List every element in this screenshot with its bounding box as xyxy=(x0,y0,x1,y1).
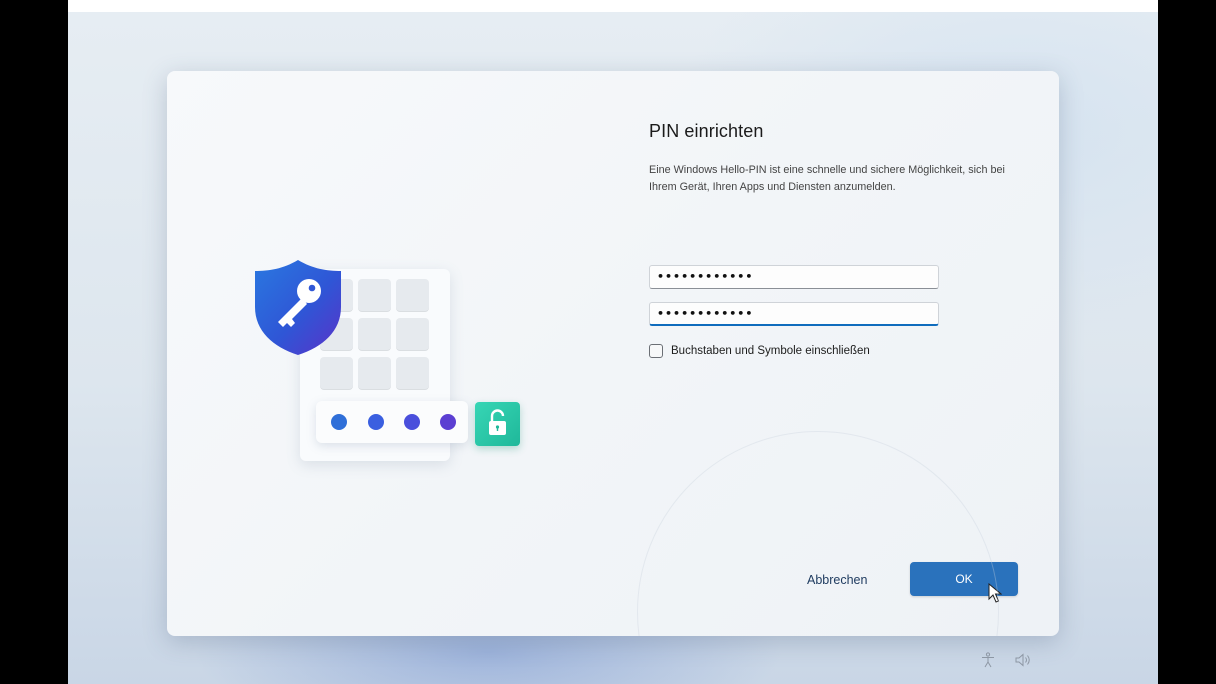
keypad-key xyxy=(358,357,391,390)
ok-button-label: OK xyxy=(955,572,973,586)
right-letterbox xyxy=(1158,0,1216,684)
keypad-key xyxy=(396,279,429,312)
pin-dot xyxy=(368,414,384,430)
key-shield-icon xyxy=(255,260,341,355)
top-strip xyxy=(0,0,1216,12)
pin-input[interactable]: •••••••••••• xyxy=(649,265,939,289)
screen: PIN einrichten Eine Windows Hello-PIN is… xyxy=(0,0,1216,684)
keypad-key xyxy=(396,357,429,390)
pin-setup-dialog: PIN einrichten Eine Windows Hello-PIN is… xyxy=(167,71,1059,636)
confirm-pin-input[interactable]: •••••••••••• xyxy=(649,302,939,326)
pin-illustration xyxy=(251,257,531,467)
pin-dot xyxy=(404,414,420,430)
page-title: PIN einrichten xyxy=(649,121,764,141)
accessibility-icon[interactable] xyxy=(980,652,996,671)
lock-tile xyxy=(475,402,520,446)
keypad-key xyxy=(320,357,353,390)
include-letters-symbols-option[interactable]: Buchstaben und Symbole einschließen xyxy=(649,344,870,358)
unlocked-padlock-icon xyxy=(489,409,506,435)
system-tray xyxy=(980,652,1032,671)
include-letters-label: Buchstaben und Symbole einschließen xyxy=(671,345,870,357)
page-description: Eine Windows Hello-PIN ist eine schnelle… xyxy=(649,164,1005,193)
left-letterbox xyxy=(0,0,68,684)
cancel-button[interactable]: Abbrechen xyxy=(807,573,867,587)
pin-dot xyxy=(331,414,347,430)
keypad-key xyxy=(396,318,429,351)
keypad-key xyxy=(358,279,391,312)
volume-icon[interactable] xyxy=(1014,652,1032,671)
include-letters-checkbox[interactable] xyxy=(649,344,663,358)
oobe-background: PIN einrichten Eine Windows Hello-PIN is… xyxy=(68,12,1158,684)
mouse-pointer-icon xyxy=(988,583,1002,603)
pin-dots-bar xyxy=(316,401,468,443)
keypad-key xyxy=(358,318,391,351)
pin-dot xyxy=(440,414,456,430)
